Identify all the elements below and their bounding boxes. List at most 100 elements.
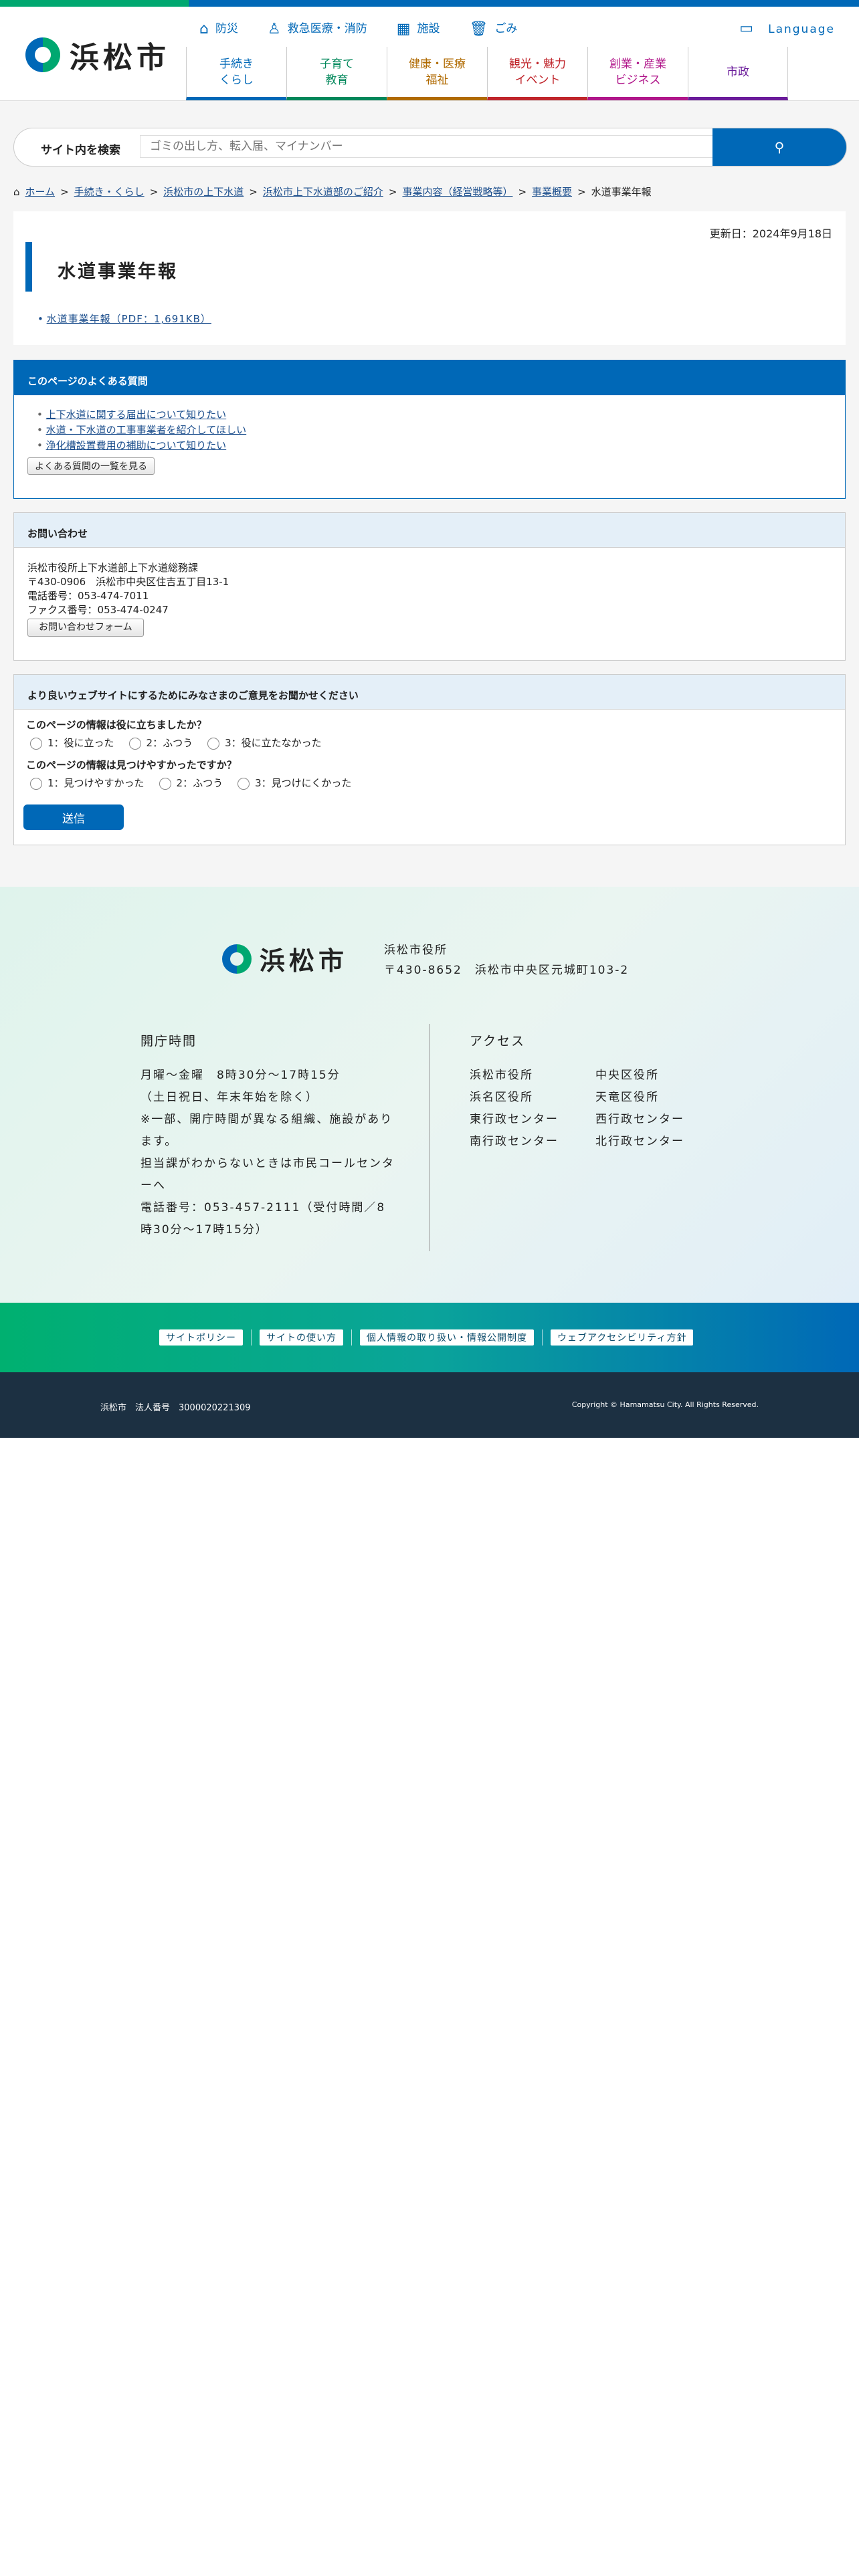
radio-button[interactable] <box>207 737 220 750</box>
list-item: 浄化槽設置費用の補助について知りたい <box>37 438 845 453</box>
faq-list: 上下水道に関する届出について知りたい 水道・下水道の工事事業者を紹介してほしい … <box>37 407 845 453</box>
trash-icon: 🗑 <box>469 20 488 37</box>
divider <box>351 1329 352 1346</box>
footer-link-privacy[interactable]: 個人情報の取り扱い・情報公開制度 <box>360 1329 534 1346</box>
site-header: 浜松市 ⌂ 防災 ♙ 救急医療・消防 ▦ 施設 🗑 ごみ ▭ Language 手続き く… <box>0 7 859 101</box>
feedback-box: より良いウェブサイトにするためにみなさまのご意見をお聞かせください このページの… <box>13 674 846 845</box>
hours-line: 電話番号：053-457-2111（受付時間／8時30分～17時15分） <box>140 1201 386 1237</box>
radio-option[interactable]: 3：見つけにくかった <box>237 776 351 790</box>
copyright: Copyright © Hamamatsu City. All Rights R… <box>571 1400 759 1409</box>
language-button[interactable]: ▭ Language <box>739 20 835 37</box>
radio-option[interactable]: 2：ふつう <box>159 776 223 790</box>
access-item: 西行政センター <box>595 1113 684 1126</box>
site-search: サイト内を検索 ⚲ <box>13 128 847 167</box>
hours-title: 開庁時間 <box>140 1034 197 1049</box>
footer-hours: 開庁時間 月曜～金曜 8時30分～17時15分 （土日祝日、年末年始を除く） ※… <box>140 1031 395 1241</box>
footer-logo[interactable]: 浜松市 <box>222 940 348 977</box>
city-emblem-icon <box>25 37 60 72</box>
crumb-shokai[interactable]: 浜松市上下水道部のご紹介 <box>263 185 383 199</box>
gnav-kenko[interactable]: 健康・医療 福祉 <box>387 47 487 100</box>
search-icon: ⚲ <box>774 139 785 155</box>
feedback-question-2: このページの情報は見つけやすかったですか？ <box>26 759 237 771</box>
footer-office-name: 浜松市役所 <box>384 944 448 957</box>
inquiry-form-button[interactable]: お問い合わせフォーム <box>27 619 144 637</box>
global-nav: 手続き くらし 子育て 教育 健康・医療 福祉 観光・魅力 イベント 創業・産業… <box>186 47 788 100</box>
crumb-home[interactable]: ホーム <box>25 185 56 199</box>
corporate-number: 浜松市 法人番号 3000020221309 <box>100 1403 251 1413</box>
footer-office-address: 〒430-8652 浜松市中央区元城町103-2 <box>384 964 630 977</box>
feedback-question-1: このページの情報は役に立ちましたか？ <box>26 719 207 731</box>
feedback-heading: より良いウェブサイトにするためにみなさまのご意見をお聞かせください <box>14 675 845 710</box>
site-logo[interactable]: 浜松市 <box>25 33 170 76</box>
footer-site-name: 浜松市 <box>260 946 349 976</box>
utility-nav: ⌂ 防災 ♙ 救急医療・消防 ▦ 施設 🗑 ごみ <box>199 19 517 37</box>
search-button[interactable]: ⚲ <box>712 128 846 166</box>
hours-line: ※一部、開庁時間が異なる組織、施設があります。 <box>140 1113 393 1148</box>
inquiry-address: 〒430-0906 浜松市中央区住吉五丁目13-1 <box>27 576 229 588</box>
house-icon: ⌂ <box>199 20 209 37</box>
radio-button[interactable] <box>237 777 250 790</box>
gnav-tetsuzuki[interactable]: 手続き くらし <box>186 47 286 100</box>
radio-option[interactable]: 1：役に立った <box>30 736 114 750</box>
divider <box>542 1329 543 1346</box>
gnav-kosodate[interactable]: 子育て 教育 <box>286 47 387 100</box>
doc-list: • 水道事業年報（PDF：1,691KB） <box>37 313 211 325</box>
access-item: 浜松市役所 <box>470 1069 533 1082</box>
crumb-jigyo-gaiyo[interactable]: 事業概要 <box>532 185 572 199</box>
footer-address: 浜松市役所 〒430-8652 浜松市中央区元城町103-2 <box>384 940 629 980</box>
search-input[interactable] <box>140 135 715 158</box>
faq-link[interactable]: 上下水道に関する届出について知りたい <box>46 409 227 421</box>
util-item-shisetsu[interactable]: ▦ 施設 <box>397 19 440 37</box>
language-icon: ▭ <box>739 20 755 37</box>
footer-link-site-policy[interactable]: サイトポリシー <box>159 1329 243 1346</box>
page-title: 水道事業年報 <box>58 261 178 282</box>
feedback-options-1: 1：役に立った 2：ふつう 3：役に立たなかった <box>30 736 845 750</box>
faq-more-button[interactable]: よくある質問の一覧を見る <box>27 457 155 475</box>
city-emblem-icon <box>222 944 252 974</box>
util-item-gomi[interactable]: 🗑 ごみ <box>470 19 518 37</box>
updated-date: 更新日：2024年9月18日 <box>709 227 832 240</box>
util-item-bousai[interactable]: ⌂ 防災 <box>199 19 238 37</box>
radio-option[interactable]: 1：見つけやすかった <box>30 776 145 790</box>
feedback-options-2: 1：見つけやすかった 2：ふつう 3：見つけにくかった <box>30 776 845 790</box>
faq-link[interactable]: 浄化槽設置費用の補助について知りたい <box>46 439 227 451</box>
radio-button[interactable] <box>159 777 171 790</box>
footer-link-accessibility[interactable]: ウェブアクセシビリティ方針 <box>551 1329 694 1346</box>
util-item-kyukyu[interactable]: ♙ 救急医療・消防 <box>268 19 367 37</box>
radio-option[interactable]: 2：ふつう <box>128 736 193 750</box>
access-item: 天竜区役所 <box>595 1091 659 1104</box>
list-item: 上下水道に関する届出について知りたい <box>37 407 845 423</box>
submit-button[interactable]: 送信 <box>23 804 124 830</box>
radio-option[interactable]: 3：役に立たなかった <box>207 736 322 750</box>
access-item: 浜名区役所 <box>470 1091 533 1104</box>
inquiry-body: 浜松市役所上下水道部上下水道総務課 〒430-0906 浜松市中央区住吉五丁目1… <box>14 548 845 637</box>
pdf-link[interactable]: 水道事業年報（PDF：1,691KB） <box>47 313 211 325</box>
inquiry-heading: お問い合わせ <box>14 513 845 548</box>
access-item: 中央区役所 <box>595 1069 659 1082</box>
page-heading: 水道事業年報 <box>25 242 832 292</box>
access-title: アクセス <box>470 1034 526 1049</box>
hours-line: （土日祝日、年末年始を除く） <box>140 1091 318 1104</box>
footer-access: アクセス 浜松市役所 中央区役所 浜名区役所 天竜区役所 東行政センター 西行政… <box>470 1031 702 1153</box>
footer-link-howto[interactable]: サイトの使い方 <box>260 1329 343 1346</box>
gnav-shisei[interactable]: 市政 <box>688 47 788 100</box>
gnav-kanko[interactable]: 観光・魅力 イベント <box>487 47 587 100</box>
crumb-current: 水道事業年報 <box>591 186 652 198</box>
crumb-tetsuzuki[interactable]: 手続き・くらし <box>74 185 145 199</box>
radio-button[interactable] <box>30 777 42 790</box>
building-icon: ▦ <box>396 20 411 37</box>
inquiry-fax: ファクス番号：053-474-0247 <box>27 604 169 616</box>
crumb-josuido[interactable]: 浜松市の上下水道 <box>163 185 244 199</box>
access-item: 北行政センター <box>595 1135 684 1148</box>
doctor-icon: ♙ <box>267 20 281 37</box>
list-item: 水道・下水道の工事事業者を紹介してほしい <box>37 423 845 438</box>
faq-link[interactable]: 水道・下水道の工事事業者を紹介してほしい <box>46 424 247 436</box>
hours-line: 月曜～金曜 8時30分～17時15分 <box>140 1069 341 1082</box>
radio-button[interactable] <box>30 737 42 750</box>
inquiry-box: お問い合わせ 浜松市役所上下水道部上下水道総務課 〒430-0906 浜松市中央… <box>13 512 846 661</box>
gnav-sogyo[interactable]: 創業・産業 ビジネス <box>587 47 688 100</box>
crumb-jigyo-naiyo[interactable]: 事業内容（経営戦略等） <box>402 185 512 199</box>
inquiry-dept: 浜松市役所上下水道部上下水道総務課 <box>27 562 199 574</box>
footer-links: サイトポリシー サイトの使い方 個人情報の取り扱い・情報公開制度 ウェブアクセシ… <box>159 1329 694 1346</box>
radio-button[interactable] <box>128 737 141 750</box>
